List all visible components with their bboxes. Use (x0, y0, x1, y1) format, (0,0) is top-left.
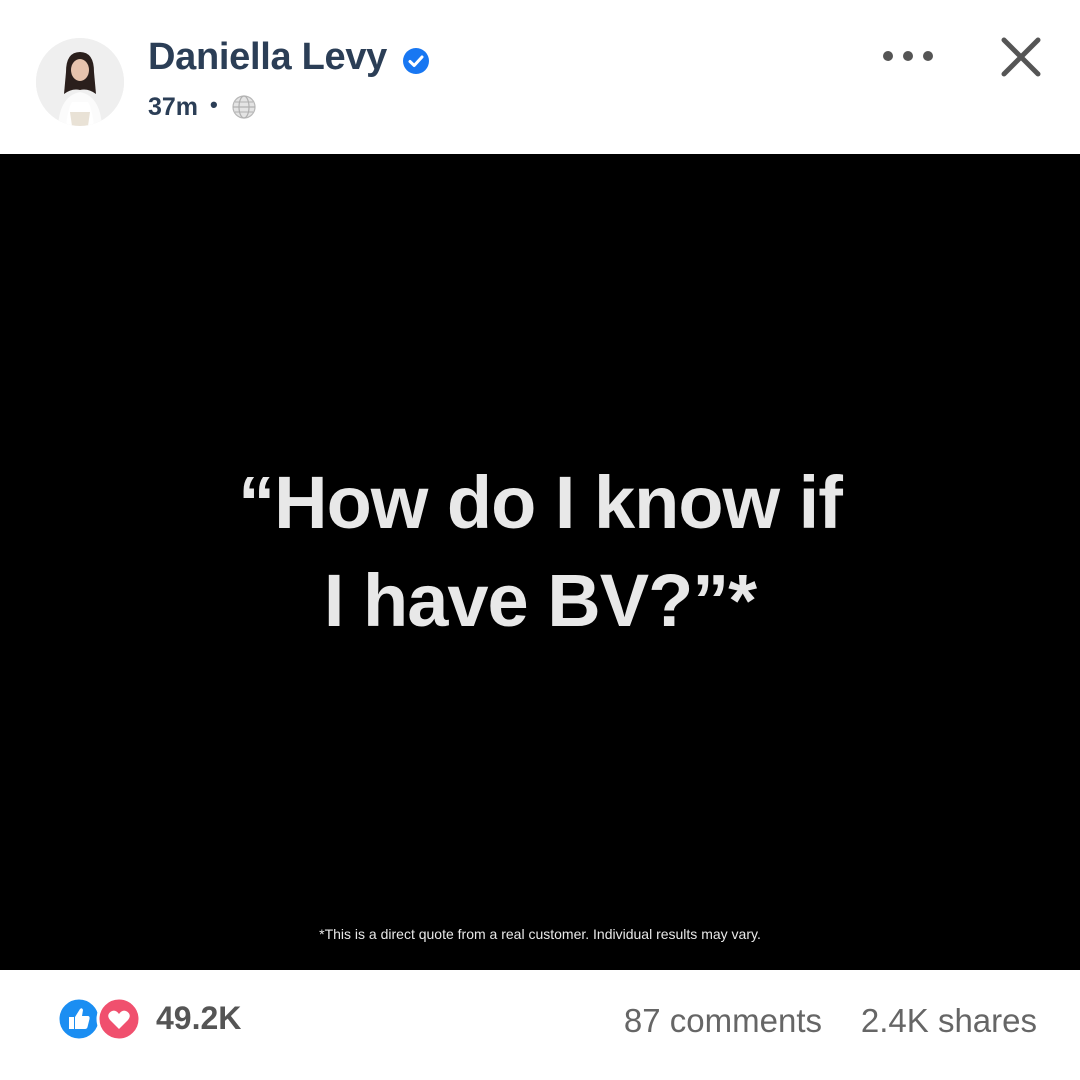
author-avatar[interactable] (36, 38, 124, 126)
post-timestamp[interactable]: 37m (148, 93, 198, 122)
meta-separator: • (210, 92, 218, 117)
comments-count[interactable]: 87 comments (624, 1002, 822, 1040)
author-name[interactable]: Daniella Levy (148, 36, 387, 79)
avatar-photo (36, 38, 124, 126)
quote-line-1: “How do I know if (238, 461, 843, 544)
more-options-icon[interactable] (878, 40, 942, 72)
close-icon[interactable] (994, 30, 1048, 84)
post-header: Daniella Levy 37m • (0, 0, 1080, 154)
reaction-count[interactable]: 49.2K (156, 1000, 241, 1037)
engagement-bar: 49.2K 87 comments 2.4K shares (0, 970, 1080, 1080)
globe-icon[interactable] (232, 95, 256, 119)
like-icon (56, 996, 102, 1042)
post-media[interactable]: “How do I know if I have BV?”* *This is … (0, 154, 1080, 970)
post-meta: 37m • (148, 90, 256, 124)
love-icon (96, 996, 142, 1042)
reaction-icons[interactable] (56, 996, 144, 1042)
quote-text: “How do I know if I have BV?”* (90, 454, 990, 650)
verified-badge-icon (403, 48, 429, 74)
disclaimer-text: *This is a direct quote from a real cust… (319, 926, 761, 942)
shares-count[interactable]: 2.4K shares (861, 1002, 1037, 1040)
quote-line-2: I have BV?”* (323, 559, 757, 642)
